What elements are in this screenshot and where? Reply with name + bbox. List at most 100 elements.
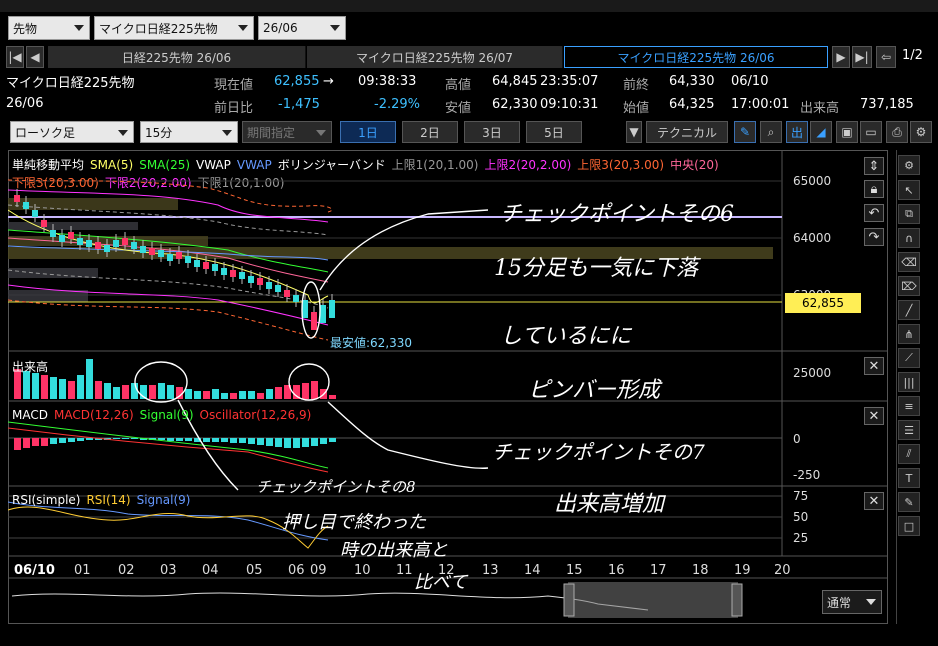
tool-square-icon[interactable]: □	[898, 516, 920, 536]
chart-type-select[interactable]: ローソク足	[10, 121, 134, 143]
note-pinbar: ピンバー形成	[528, 378, 661, 403]
last-page-icon[interactable]: ▶|	[852, 46, 872, 68]
back-arrow-icon[interactable]: ⇦	[876, 46, 896, 68]
tool-trendline-icon[interactable]: ╱	[898, 300, 920, 320]
period-select[interactable]: 期間指定	[242, 121, 332, 143]
low-label: 安値	[445, 101, 472, 116]
first-page-icon[interactable]: |◀	[6, 46, 24, 68]
x-tick-label: 01	[74, 563, 91, 578]
month-select[interactable]: 26/06	[258, 16, 346, 40]
undo-icon[interactable]: ↶	[864, 204, 884, 222]
interval-select[interactable]: 15分	[140, 121, 238, 143]
tool-copy-icon[interactable]: ⧉	[898, 204, 920, 224]
collapse-icon[interactable]: ⇕	[864, 157, 884, 175]
macd-osc-bar	[14, 438, 21, 450]
candle-body	[284, 290, 290, 297]
trading-chart-window: 先物 マイクロ日経225先物 26/06 |◀ ◀ 日経225先物 26/06 …	[0, 0, 938, 646]
volume-bar	[248, 391, 255, 399]
redo-icon[interactable]: ↷	[864, 228, 884, 246]
tool-fibonacci-icon[interactable]: ☰	[898, 420, 920, 440]
save-icon[interactable]: ▣	[836, 121, 858, 143]
interval-value: 15分	[145, 125, 173, 140]
tab-contract-2[interactable]: マイクロ日経225先物 26/07	[307, 46, 563, 68]
navigator-left-handle[interactable]	[563, 583, 575, 617]
prev-close-value: 64,330	[669, 74, 715, 89]
settings-gear-icon[interactable]: ⚙	[910, 121, 932, 143]
lock-icon[interactable]: 🔒︎	[864, 180, 884, 198]
technical-button[interactable]: テクニカル	[646, 121, 728, 143]
day-button-1[interactable]: 1日	[340, 121, 396, 143]
day-button-2[interactable]: 2日	[402, 121, 458, 143]
tool-marker-icon[interactable]: ✎	[898, 492, 920, 512]
macd-osc-bar	[23, 438, 30, 448]
prev-page-icon[interactable]: ◀	[26, 46, 44, 68]
x-tick-label: 02	[118, 563, 135, 578]
navigator-right-handle[interactable]	[731, 583, 743, 617]
close-rsi-panel-icon[interactable]: ✕	[864, 492, 884, 510]
tool-vertical-lines-icon[interactable]: |||	[898, 372, 920, 392]
tool-pitchfork-icon[interactable]: ⋔	[898, 324, 920, 344]
market-select[interactable]: 先物	[8, 16, 90, 40]
candle-body	[239, 272, 245, 279]
macd-osc-bar	[86, 438, 93, 440]
tool-fan-icon[interactable]: ⟋	[898, 348, 920, 368]
volume-bar	[221, 393, 228, 399]
product-select[interactable]: マイクロ日経225先物	[94, 16, 254, 40]
macd-osc-bar	[257, 438, 264, 445]
pen-icon[interactable]: ✎	[734, 121, 756, 143]
volume-bar	[158, 383, 165, 399]
chevron-down-icon	[118, 130, 128, 136]
mode-select[interactable]: 通常	[822, 590, 882, 614]
macd-osc-bar	[320, 438, 327, 444]
note-pullback-ended: 押し目で終わった	[282, 512, 426, 533]
volume-bar	[77, 375, 84, 399]
macd-osc-bar	[77, 438, 84, 441]
bb-lower3-line	[8, 299, 329, 341]
note-checkpoint-7: チェックポイントその7	[492, 440, 705, 464]
x-tick-label: 09	[310, 563, 327, 578]
volume-bar	[104, 383, 111, 399]
close-volume-panel-icon[interactable]: ✕	[864, 357, 884, 375]
macd-osc-bar	[50, 438, 57, 444]
x-tick-label: 03	[160, 563, 177, 578]
dropdown-icon[interactable]: ▼	[626, 121, 642, 143]
day-button-5[interactable]: 5日	[526, 121, 582, 143]
tool-channel-icon[interactable]: ⫽	[898, 444, 920, 464]
x-tick-label: 04	[202, 563, 219, 578]
tool-eraser-all-icon[interactable]: ⌦	[898, 276, 920, 296]
folder-icon[interactable]: ▭	[860, 121, 882, 143]
chevron-down-icon	[222, 130, 232, 136]
next-page-icon[interactable]: ▶	[832, 46, 850, 68]
macd-legend-macd: MACD(12,26)	[53, 408, 134, 422]
tool-horizontal-lines-icon[interactable]: ≡	[898, 396, 920, 416]
close-macd-panel-icon[interactable]: ✕	[864, 407, 884, 425]
tool-magnet-icon[interactable]: ∩	[898, 228, 920, 248]
volume-bar	[266, 389, 273, 399]
zoom-icon[interactable]: ⌕	[760, 121, 782, 143]
tab-contract-3[interactable]: マイクロ日経225先物 26/06	[564, 46, 828, 68]
area-chart-icon[interactable]: ◢	[810, 121, 832, 143]
candle-body	[131, 242, 137, 249]
rsi-y-tick-75: 75	[793, 489, 809, 503]
mode-select-value: 通常	[827, 595, 852, 610]
volume-bar	[212, 389, 219, 399]
out-button[interactable]: 出	[786, 121, 808, 143]
tool-text-icon[interactable]: T	[898, 468, 920, 488]
macd-osc-bar	[32, 438, 39, 446]
tool-eraser-icon[interactable]: ⌫	[898, 252, 920, 272]
x-tick-label: 11	[396, 563, 413, 578]
macd-osc-bar	[329, 438, 336, 442]
day-button-3[interactable]: 3日	[464, 121, 520, 143]
tool-settings-gear-icon[interactable]: ⚙	[898, 155, 920, 175]
navigator-window[interactable]	[568, 582, 738, 618]
volume-bar	[185, 389, 192, 399]
macd-osc-bar	[203, 438, 210, 442]
print-icon[interactable]: ⎙	[886, 121, 908, 143]
tab-contract-1[interactable]: 日経225先物 26/06	[48, 46, 306, 68]
volume-bar	[113, 387, 120, 399]
volume-value: 737,185	[860, 97, 914, 112]
volume-bar	[41, 375, 48, 399]
y-tick-65000: 65000	[793, 174, 832, 188]
volume-bar	[239, 391, 246, 399]
tool-cursor-icon[interactable]: ↖	[898, 180, 920, 200]
